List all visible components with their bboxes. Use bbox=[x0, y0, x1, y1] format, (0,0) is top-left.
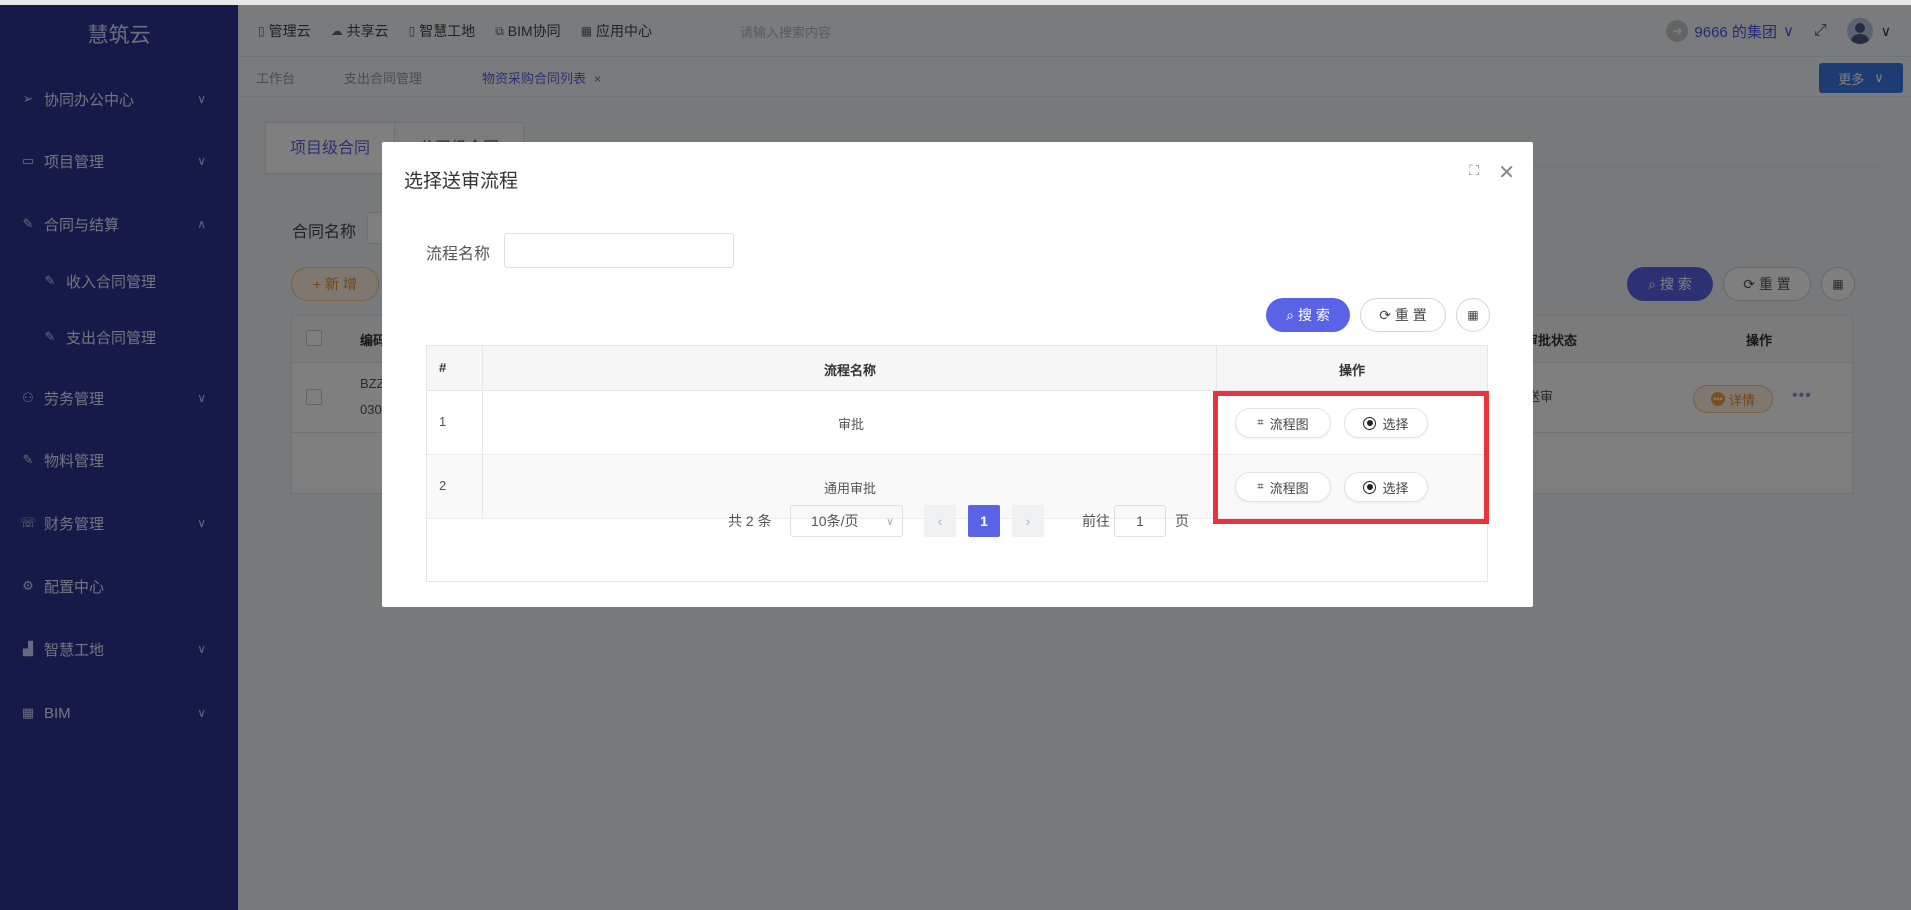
column-settings-button[interactable]: ▦ bbox=[1456, 298, 1490, 332]
flow-name-label: 流程名称 bbox=[426, 246, 491, 263]
search-icon: ⌕ bbox=[1286, 306, 1294, 323]
grid-icon: ▦ bbox=[1467, 308, 1479, 322]
maximize-icon[interactable]: ⛶ bbox=[1469, 162, 1479, 179]
close-icon[interactable]: ✕ bbox=[1498, 160, 1515, 185]
chevron-down-icon: ∨ bbox=[885, 515, 894, 528]
next-page-button[interactable]: › bbox=[1012, 505, 1044, 537]
total-count: 共 2 条 bbox=[728, 513, 772, 529]
select-approval-flow-dialog: 选择送审流程 ⛶ ✕ 流程名称 ⌕ 搜 索 ⟳ 重 置 ▦ # 流程名称 操作 … bbox=[382, 142, 1533, 607]
goto-label: 前往 bbox=[1082, 513, 1110, 529]
row-flow-name: 审批 bbox=[838, 417, 865, 432]
chevron-right-icon: › bbox=[1025, 513, 1031, 529]
header-cell: 操作 bbox=[1217, 346, 1489, 390]
page-size-select[interactable]: 10条/页 ∨ bbox=[790, 505, 903, 537]
refresh-icon: ⟳ bbox=[1379, 306, 1391, 323]
page-unit-label: 页 bbox=[1175, 513, 1189, 529]
row-flow-name: 通用审批 bbox=[824, 481, 877, 496]
name-cell: 审批 bbox=[483, 391, 1217, 454]
prev-page-button[interactable]: ‹ bbox=[924, 505, 956, 537]
index-cell: 1 bbox=[427, 391, 483, 454]
table-header: # 流程名称 操作 bbox=[427, 346, 1487, 391]
page-button-current[interactable]: 1 bbox=[968, 505, 1000, 537]
column-header-actions: 操作 bbox=[1339, 363, 1366, 378]
flow-name-input[interactable] bbox=[504, 233, 734, 268]
search-label: 搜 索 bbox=[1297, 307, 1330, 323]
search-button[interactable]: ⌕ 搜 索 bbox=[1266, 298, 1350, 332]
annotation-highlight-box bbox=[1213, 391, 1489, 524]
row-index: 2 bbox=[439, 478, 447, 493]
dialog-title: 选择送审流程 bbox=[404, 171, 519, 192]
reset-label: 重 置 bbox=[1394, 307, 1427, 323]
row-index: 1 bbox=[439, 414, 447, 429]
page-size-value: 10条/页 bbox=[811, 513, 859, 529]
header-cell: # bbox=[427, 346, 483, 390]
index-cell: 2 bbox=[427, 455, 483, 518]
reset-button[interactable]: ⟳ 重 置 bbox=[1360, 298, 1446, 332]
goto-page-input[interactable]: 1 bbox=[1114, 505, 1166, 537]
column-header-name: 流程名称 bbox=[824, 363, 877, 378]
column-header-index: # bbox=[439, 360, 447, 375]
chevron-left-icon: ‹ bbox=[937, 513, 943, 529]
header-cell: 流程名称 bbox=[483, 346, 1217, 390]
pagination: 共 2 条 10条/页 ∨ ‹ 1 › 前往 1 页 bbox=[427, 505, 1487, 583]
